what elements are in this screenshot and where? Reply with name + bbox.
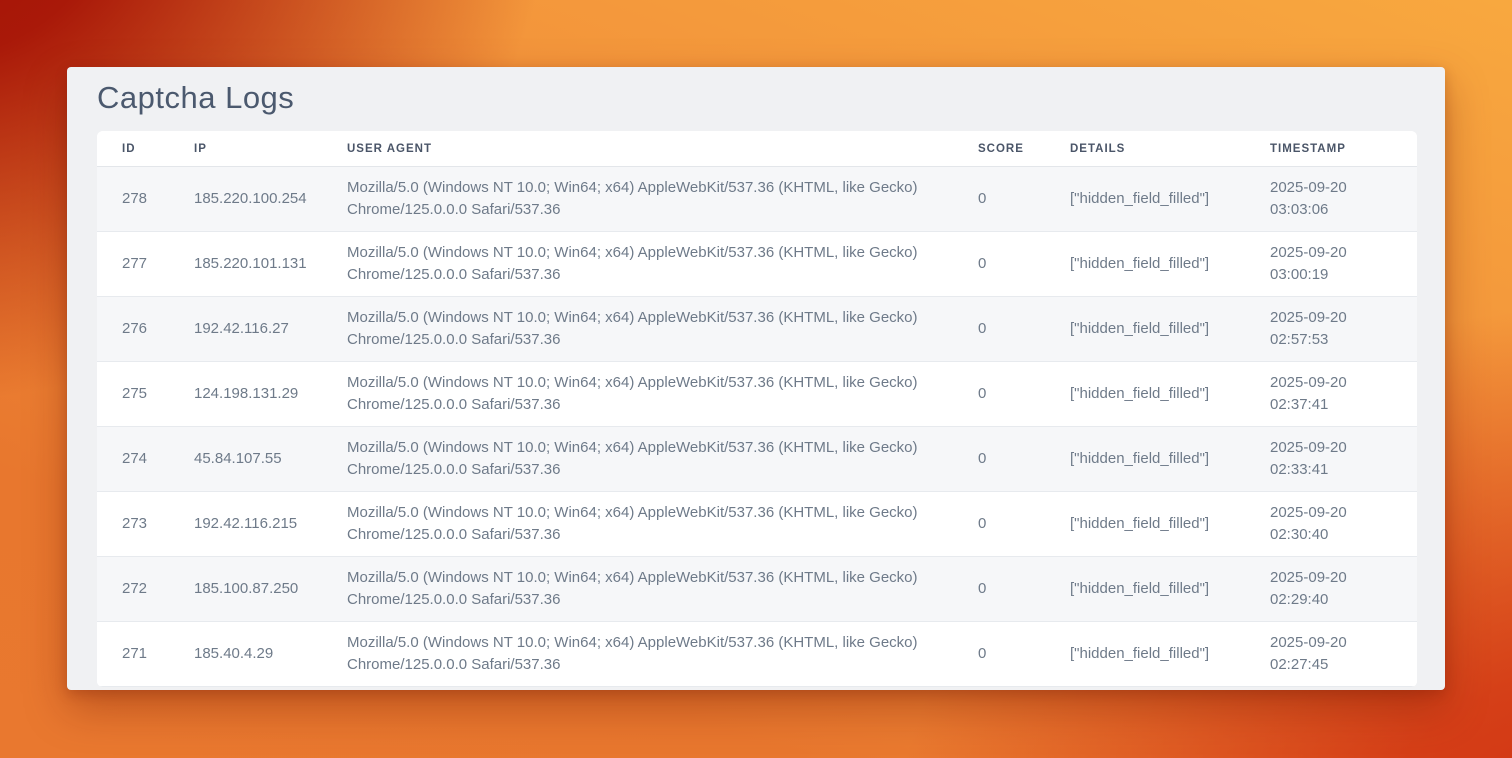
cell-user_agent: Mozilla/5.0 (Windows NT 10.0; Win64; x64… <box>322 557 953 622</box>
cell-id: 273 <box>97 492 169 557</box>
table-row: 273192.42.116.215Mozilla/5.0 (Windows NT… <box>97 492 1417 557</box>
table-body: 278185.220.100.254Mozilla/5.0 (Windows N… <box>97 167 1417 687</box>
page-title: Captcha Logs <box>97 80 1417 116</box>
table-row: 271185.40.4.29Mozilla/5.0 (Windows NT 10… <box>97 622 1417 687</box>
cell-details: ["hidden_field_filled"] <box>1045 622 1245 687</box>
cell-ip: 45.84.107.55 <box>169 427 322 492</box>
column-header-id: ID <box>97 131 169 167</box>
cell-timestamp: 2025-09-20 02:37:41 <box>1245 362 1417 427</box>
column-header-user_agent: USER AGENT <box>322 131 953 167</box>
cell-score: 0 <box>953 362 1045 427</box>
cell-details: ["hidden_field_filled"] <box>1045 427 1245 492</box>
cell-score: 0 <box>953 622 1045 687</box>
cell-id: 271 <box>97 622 169 687</box>
cell-id: 274 <box>97 427 169 492</box>
table-header-row: IDIPUSER AGENTSCOREDETAILSTIMESTAMP <box>97 131 1417 167</box>
cell-user_agent: Mozilla/5.0 (Windows NT 10.0; Win64; x64… <box>322 622 953 687</box>
cell-id: 275 <box>97 362 169 427</box>
cell-details: ["hidden_field_filled"] <box>1045 167 1245 232</box>
cell-score: 0 <box>953 297 1045 362</box>
cell-user_agent: Mozilla/5.0 (Windows NT 10.0; Win64; x64… <box>322 492 953 557</box>
column-header-timestamp: TIMESTAMP <box>1245 131 1417 167</box>
cell-details: ["hidden_field_filled"] <box>1045 297 1245 362</box>
cell-id: 276 <box>97 297 169 362</box>
cell-timestamp: 2025-09-20 02:29:40 <box>1245 557 1417 622</box>
table-row: 278185.220.100.254Mozilla/5.0 (Windows N… <box>97 167 1417 232</box>
cell-user_agent: Mozilla/5.0 (Windows NT 10.0; Win64; x64… <box>322 232 953 297</box>
cell-timestamp: 2025-09-20 02:33:41 <box>1245 427 1417 492</box>
table-row: 276192.42.116.27Mozilla/5.0 (Windows NT … <box>97 297 1417 362</box>
cell-score: 0 <box>953 427 1045 492</box>
cell-id: 272 <box>97 557 169 622</box>
table-row: 27445.84.107.55Mozilla/5.0 (Windows NT 1… <box>97 427 1417 492</box>
cell-score: 0 <box>953 492 1045 557</box>
cell-ip: 124.198.131.29 <box>169 362 322 427</box>
cell-timestamp: 2025-09-20 03:03:06 <box>1245 167 1417 232</box>
cell-id: 278 <box>97 167 169 232</box>
logs-table: IDIPUSER AGENTSCOREDETAILSTIMESTAMP 2781… <box>97 131 1417 687</box>
cell-score: 0 <box>953 557 1045 622</box>
cell-user_agent: Mozilla/5.0 (Windows NT 10.0; Win64; x64… <box>322 427 953 492</box>
cell-ip: 185.220.100.254 <box>169 167 322 232</box>
cell-timestamp: 2025-09-20 03:00:19 <box>1245 232 1417 297</box>
cell-score: 0 <box>953 232 1045 297</box>
column-header-details: DETAILS <box>1045 131 1245 167</box>
cell-ip: 192.42.116.215 <box>169 492 322 557</box>
cell-ip: 192.42.116.27 <box>169 297 322 362</box>
cell-user_agent: Mozilla/5.0 (Windows NT 10.0; Win64; x64… <box>322 297 953 362</box>
cell-score: 0 <box>953 167 1045 232</box>
cell-details: ["hidden_field_filled"] <box>1045 362 1245 427</box>
cell-user_agent: Mozilla/5.0 (Windows NT 10.0; Win64; x64… <box>322 362 953 427</box>
table-row: 272185.100.87.250Mozilla/5.0 (Windows NT… <box>97 557 1417 622</box>
cell-user_agent: Mozilla/5.0 (Windows NT 10.0; Win64; x64… <box>322 167 953 232</box>
cell-ip: 185.40.4.29 <box>169 622 322 687</box>
cell-id: 277 <box>97 232 169 297</box>
cell-details: ["hidden_field_filled"] <box>1045 492 1245 557</box>
cell-details: ["hidden_field_filled"] <box>1045 232 1245 297</box>
cell-timestamp: 2025-09-20 02:57:53 <box>1245 297 1417 362</box>
cell-timestamp: 2025-09-20 02:30:40 <box>1245 492 1417 557</box>
cell-timestamp: 2025-09-20 02:27:45 <box>1245 622 1417 687</box>
table-row: 275124.198.131.29Mozilla/5.0 (Windows NT… <box>97 362 1417 427</box>
captcha-logs-card: Captcha Logs IDIPUSER AGENTSCOREDETAILST… <box>67 67 1445 690</box>
logs-table-container: IDIPUSER AGENTSCOREDETAILSTIMESTAMP 2781… <box>97 131 1417 687</box>
cell-details: ["hidden_field_filled"] <box>1045 557 1245 622</box>
desktop-background: { "page": { "title": "Captcha Logs" }, "… <box>0 0 1512 758</box>
cell-ip: 185.220.101.131 <box>169 232 322 297</box>
table-row: 277185.220.101.131Mozilla/5.0 (Windows N… <box>97 232 1417 297</box>
column-header-ip: IP <box>169 131 322 167</box>
column-header-score: SCORE <box>953 131 1045 167</box>
cell-ip: 185.100.87.250 <box>169 557 322 622</box>
